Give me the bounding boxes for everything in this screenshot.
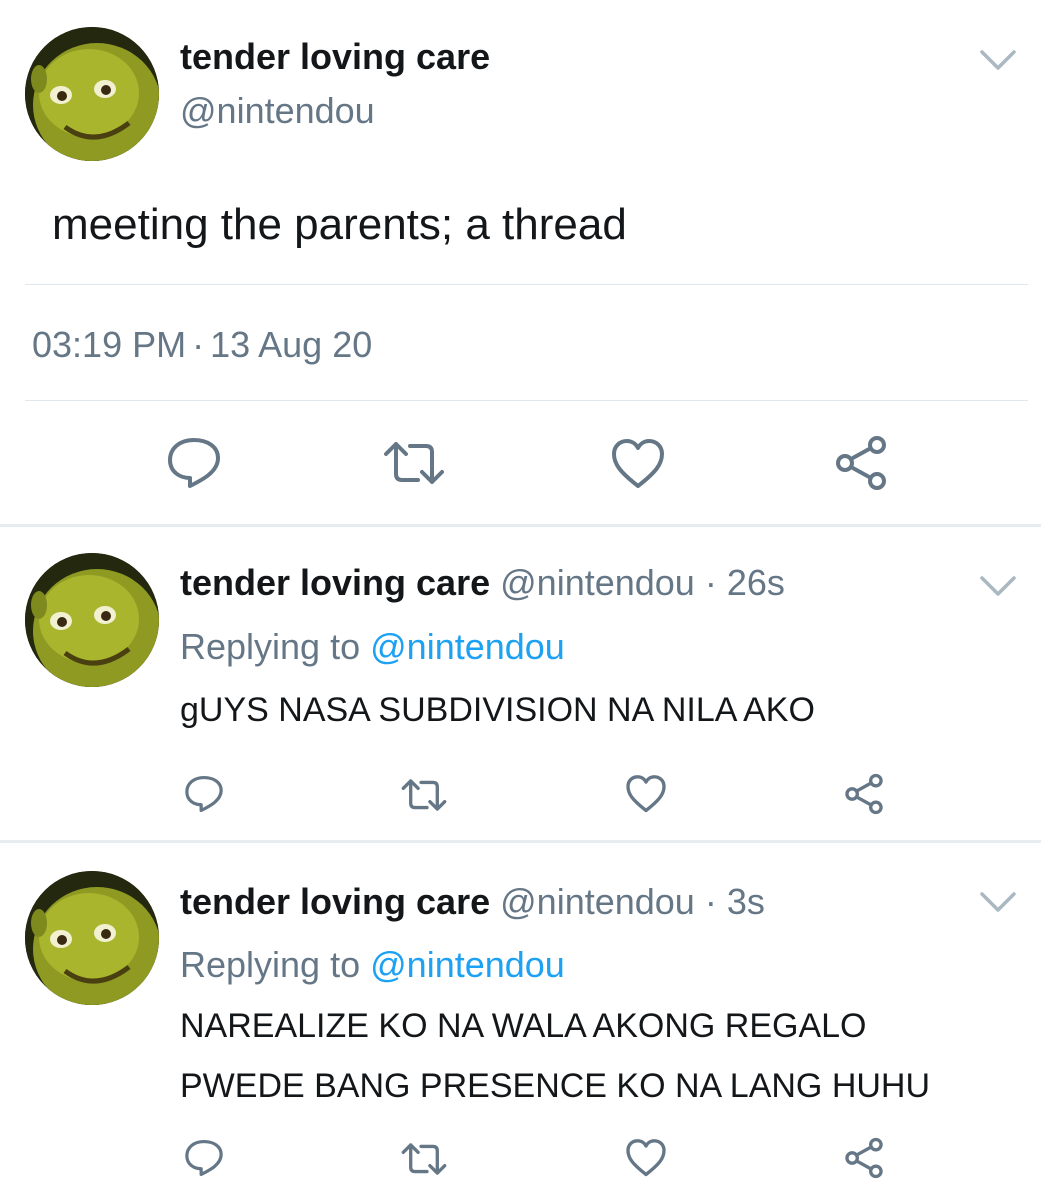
like-button[interactable]	[625, 1138, 667, 1178]
section-divider	[0, 840, 1041, 843]
replying-prefix: Replying to	[180, 944, 361, 985]
author-name[interactable]: tender loving care	[180, 562, 490, 603]
replying-to: Replying to @nintendou	[180, 626, 565, 668]
share-button[interactable]	[834, 434, 888, 492]
author-handle[interactable]: @nintendou	[500, 881, 695, 922]
share-icon	[845, 773, 883, 815]
reply-icon	[185, 775, 223, 813]
reply-header: tender loving care @nintendou · 26s	[180, 562, 785, 604]
retweet-icon	[384, 442, 444, 484]
shrek-avatar-icon	[25, 553, 159, 687]
divider	[25, 400, 1028, 401]
tweet-age[interactable]: 3s	[727, 881, 765, 922]
tweet-timestamp[interactable]: 03:19 PM · 13 Aug 20	[32, 324, 372, 366]
like-button[interactable]	[625, 774, 667, 814]
chevron-down-icon	[980, 50, 1016, 70]
replying-prefix: Replying to	[180, 626, 361, 667]
author-handle[interactable]: @nintendou	[180, 90, 375, 132]
section-divider	[0, 524, 1041, 527]
author-handle[interactable]: @nintendou	[500, 562, 695, 603]
avatar[interactable]	[25, 871, 159, 1005]
share-button[interactable]	[844, 772, 884, 816]
retweet-icon	[401, 779, 447, 811]
divider	[25, 284, 1028, 285]
reply-icon	[185, 1139, 223, 1177]
reply-icon	[168, 438, 220, 488]
reply-button[interactable]	[184, 774, 224, 814]
separator-dot: ·	[192, 324, 205, 365]
retweet-button[interactable]	[400, 778, 448, 812]
share-icon	[836, 436, 886, 490]
share-button[interactable]	[844, 1136, 884, 1180]
reply-button[interactable]	[166, 436, 222, 490]
separator-dot: ·	[704, 881, 717, 922]
chevron-down-icon	[980, 892, 1016, 912]
author-name[interactable]: tender loving care	[180, 881, 490, 922]
reply-header: tender loving care @nintendou · 3s	[180, 881, 765, 923]
shrek-avatar-icon	[25, 27, 159, 161]
tweet-text: meeting the parents; a thread	[52, 200, 627, 249]
tweet-text: gUYS NASA SUBDIVISION NA NILA AKO	[180, 691, 815, 729]
like-icon	[626, 1139, 666, 1177]
tweet-text: NAREALIZE KO NA WALA AKONG REGALO PWEDE …	[180, 1007, 931, 1105]
reply-button[interactable]	[184, 1138, 224, 1178]
chevron-down-icon	[980, 576, 1016, 596]
tweet-menu-button[interactable]	[978, 46, 1018, 74]
tweet-age[interactable]: 26s	[727, 562, 785, 603]
tweet-date: 13 Aug 20	[210, 324, 373, 365]
replying-to: Replying to @nintendou	[180, 944, 565, 986]
like-button[interactable]	[610, 438, 666, 490]
author-name[interactable]: tender loving care	[180, 36, 490, 78]
tweet-menu-button[interactable]	[978, 888, 1018, 916]
avatar[interactable]	[25, 553, 159, 687]
shrek-avatar-icon	[25, 871, 159, 1005]
retweet-button[interactable]	[400, 1142, 448, 1176]
tweet-time: 03:19 PM	[32, 324, 187, 365]
like-icon	[612, 439, 664, 488]
share-icon	[845, 1137, 883, 1179]
avatar[interactable]	[25, 27, 159, 161]
retweet-icon	[401, 1143, 447, 1175]
like-icon	[626, 775, 666, 813]
mention-link[interactable]: @nintendou	[370, 626, 565, 667]
separator-dot: ·	[704, 562, 717, 603]
mention-link[interactable]: @nintendou	[370, 944, 565, 985]
retweet-button[interactable]	[382, 440, 446, 486]
tweet-menu-button[interactable]	[978, 572, 1018, 600]
